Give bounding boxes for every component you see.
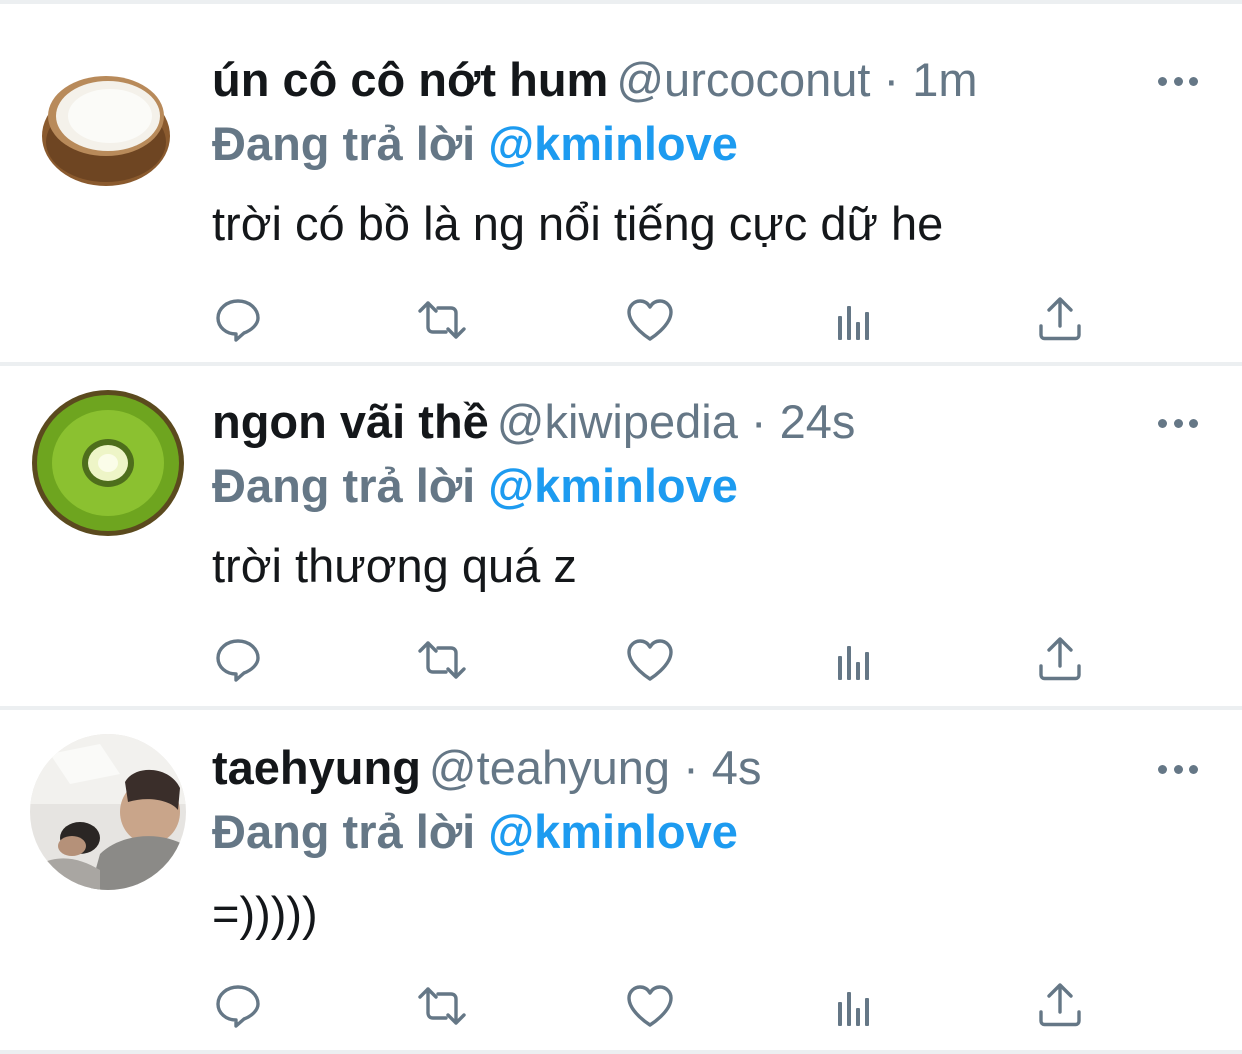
tweet-header: taehyung @teahyung · 4s [212, 740, 761, 796]
analytics-icon[interactable] [830, 980, 882, 1032]
share-icon[interactable] [1034, 980, 1086, 1032]
replying-to: Đang trả lời @kminlove [212, 458, 738, 514]
user-handle[interactable]: @kiwipedia [497, 395, 738, 448]
more-options-icon[interactable] [1158, 74, 1198, 88]
bottom-divider [0, 1050, 1242, 1054]
avatar[interactable] [30, 734, 186, 890]
tweet[interactable]: taehyung @teahyung · 4s Đang trả lời @kmi… [0, 696, 1242, 1040]
more-options-icon[interactable] [1158, 416, 1198, 430]
reply-to-user-link[interactable]: @kminlove [488, 117, 738, 170]
tweet-text: trời thương quá z [212, 539, 577, 592]
reply-icon[interactable] [212, 980, 264, 1032]
like-icon[interactable] [624, 980, 676, 1032]
reply-to-user-link[interactable]: @kminlove [488, 459, 738, 512]
share-icon[interactable] [1034, 294, 1086, 346]
avatar[interactable] [30, 388, 186, 538]
retweet-icon[interactable] [416, 294, 468, 346]
tweet-text: =))))) [212, 887, 318, 940]
analytics-icon[interactable] [830, 294, 882, 346]
timestamp[interactable]: · 24s [751, 395, 856, 448]
analytics-icon[interactable] [830, 634, 882, 686]
display-name[interactable]: ún cô cô nớt hum [212, 53, 608, 106]
share-icon[interactable] [1034, 634, 1086, 686]
reply-prefix: Đang trả lời [212, 459, 476, 512]
retweet-icon[interactable] [416, 980, 468, 1032]
reply-icon[interactable] [212, 294, 264, 346]
like-icon[interactable] [624, 294, 676, 346]
coconut-avatar-image [36, 54, 176, 194]
reply-prefix: Đang trả lời [212, 805, 476, 858]
tweet-text: trời có bồ là ng nổi tiếng cực dữ he [212, 197, 944, 250]
reply-to-user-link[interactable]: @kminlove [488, 805, 738, 858]
retweet-icon[interactable] [416, 634, 468, 686]
timestamp[interactable]: · 1m [884, 53, 978, 106]
replying-to: Đang trả lời @kminlove [212, 804, 738, 860]
like-icon[interactable] [624, 634, 676, 686]
replying-to: Đang trả lời @kminlove [212, 116, 738, 172]
photo-avatar-image [30, 734, 186, 890]
tweet-header: ún cô cô nớt hum @urcoconut · 1m [212, 52, 978, 108]
timestamp[interactable]: · 4s [683, 741, 761, 794]
display-name[interactable]: ngon vãi thề [212, 395, 489, 448]
more-options-icon[interactable] [1158, 762, 1198, 776]
avatar[interactable] [36, 54, 176, 194]
tweet-header: ngon vãi thề @kiwipedia · 24s [212, 394, 855, 450]
tweet[interactable]: ngon vãi thề @kiwipedia · 24s Đang trả lờ… [0, 350, 1242, 694]
display-name[interactable]: taehyung [212, 741, 421, 794]
reply-icon[interactable] [212, 634, 264, 686]
kiwi-avatar-image [30, 388, 186, 538]
reply-prefix: Đang trả lời [212, 117, 476, 170]
tweet[interactable]: ún cô cô nớt hum @urcoconut · 1m Đang trả… [0, 4, 1242, 348]
user-handle[interactable]: @urcoconut [616, 53, 870, 106]
user-handle[interactable]: @teahyung [429, 741, 670, 794]
